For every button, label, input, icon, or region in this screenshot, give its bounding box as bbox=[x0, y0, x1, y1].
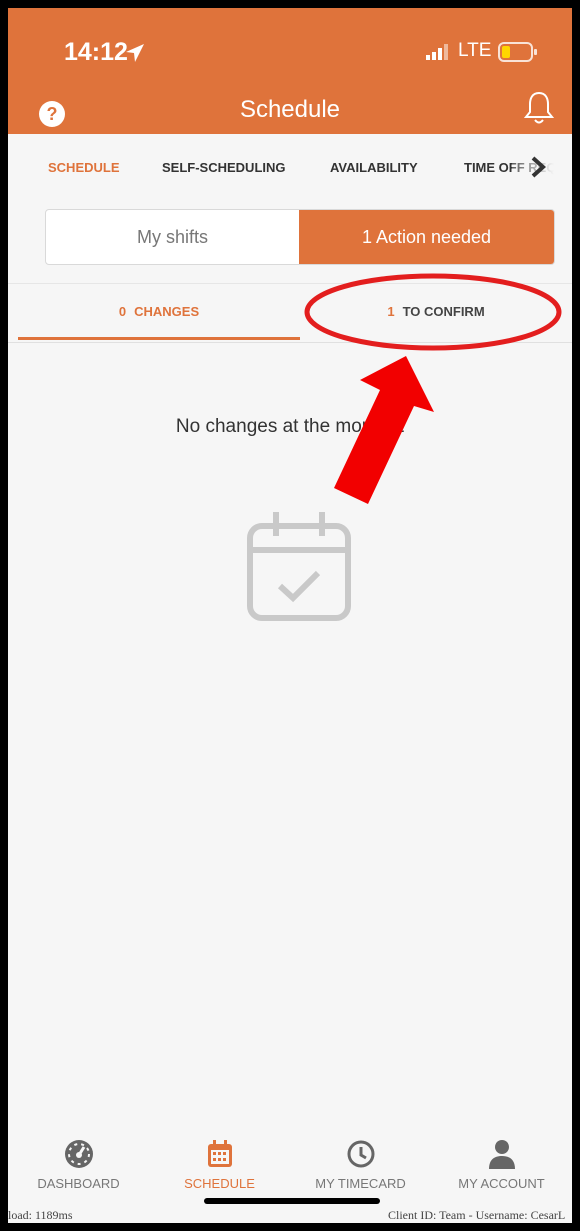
nav-dashboard[interactable]: DASHBOARD bbox=[8, 1126, 149, 1191]
signal-icon bbox=[426, 44, 448, 60]
my-shifts-toggle[interactable]: My shifts bbox=[46, 210, 299, 264]
nav-schedule[interactable]: SCHEDULE bbox=[149, 1126, 290, 1191]
network-type: LTE bbox=[458, 40, 492, 61]
tab-self-scheduling[interactable]: SELF-SCHEDULING bbox=[162, 160, 286, 175]
location-arrow-icon bbox=[126, 44, 144, 62]
phone-screen: 14:12 LTE ? Schedule SCHEDULE SELF-SCHED… bbox=[8, 8, 572, 1223]
nav-schedule-label: SCHEDULE bbox=[184, 1176, 255, 1191]
battery-icon bbox=[498, 42, 537, 62]
clock-icon bbox=[347, 1140, 374, 1168]
nav-my-account[interactable]: MY ACCOUNT bbox=[431, 1126, 572, 1191]
subtab-changes[interactable]: 0 CHANGES bbox=[18, 284, 300, 340]
app-header: 14:12 LTE ? Schedule bbox=[8, 8, 572, 134]
schedule-tab-bar: SCHEDULE SELF-SCHEDULING AVAILABILITY TI… bbox=[8, 134, 572, 200]
home-indicator bbox=[204, 1198, 380, 1204]
nav-dashboard-label: DASHBOARD bbox=[37, 1176, 120, 1191]
status-time: 14:12 bbox=[64, 38, 128, 66]
empty-state-message: No changes at the moment bbox=[175, 416, 405, 437]
client-info-text: Client ID: Team - Username: CesarL bbox=[388, 1208, 566, 1222]
load-time-text: load: 1189ms bbox=[8, 1208, 73, 1222]
nav-my-timecard-label: MY TIMECARD bbox=[315, 1176, 406, 1191]
annotation-ellipse bbox=[304, 273, 562, 351]
tab-schedule[interactable]: SCHEDULE bbox=[48, 160, 120, 175]
action-needed-toggle[interactable]: 1 Action needed bbox=[299, 210, 554, 264]
calendar-check-icon bbox=[247, 512, 351, 621]
chevron-right-icon[interactable] bbox=[530, 156, 546, 178]
calendar-icon bbox=[207, 1140, 232, 1167]
user-icon bbox=[488, 1140, 515, 1169]
speedometer-icon bbox=[64, 1140, 93, 1168]
changes-label: CHANGES bbox=[134, 304, 200, 319]
changes-count: 0 bbox=[118, 304, 127, 319]
notification-bell-icon[interactable] bbox=[524, 90, 554, 126]
annotation-arrow-icon bbox=[334, 356, 434, 504]
page-title: Schedule bbox=[239, 96, 341, 123]
shifts-segmented-control: My shifts 1 Action needed bbox=[45, 209, 555, 265]
nav-my-account-label: MY ACCOUNT bbox=[458, 1176, 545, 1191]
tab-availability[interactable]: AVAILABILITY bbox=[330, 160, 418, 175]
nav-my-timecard[interactable]: MY TIMECARD bbox=[290, 1126, 431, 1191]
